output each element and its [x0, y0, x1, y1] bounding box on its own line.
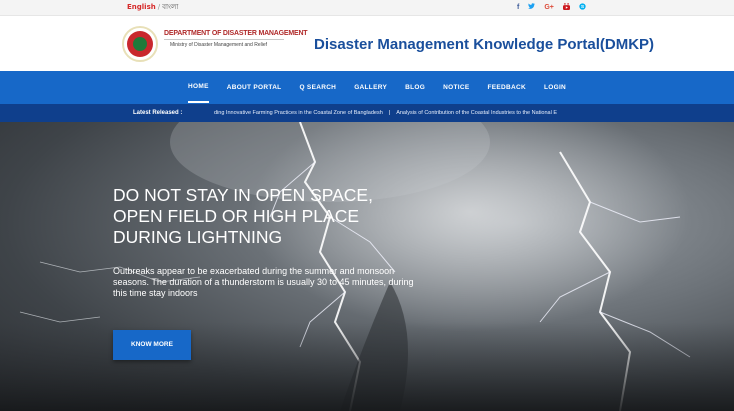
ticker-label: Latest Released : [133, 110, 183, 116]
site-header: DEPARTMENT OF DISASTER MANAGEMENT Minist… [0, 16, 734, 71]
ticker-item-link[interactable]: Analysis of Contribution of the Coastal … [396, 110, 557, 116]
department-divider [164, 39, 284, 40]
lang-bangla-link[interactable]: বাংলা [162, 3, 178, 11]
hero-slider: DO NOT STAY IN OPEN SPACE, OPEN FIELD OR… [0, 122, 734, 411]
nav-item-gallery[interactable]: GALLERY [354, 71, 387, 104]
government-seal-logo[interactable] [122, 26, 158, 62]
hero-heading-line: DO NOT STAY IN OPEN SPACE, [113, 185, 373, 205]
nav-item-notice[interactable]: NOTICE [443, 71, 469, 104]
nav-items: HOME ABOUT PORTAL Q SEARCH GALLERY BLOG … [188, 71, 584, 104]
skype-icon[interactable]: S [579, 2, 586, 14]
ministry-name: Ministry of Disaster Management and Reli… [170, 42, 267, 48]
twitter-icon[interactable] [528, 3, 536, 13]
nav-item-search[interactable]: Q SEARCH [299, 71, 336, 104]
hero-heading-line: OPEN FIELD OR HIGH PLACE [113, 206, 360, 226]
social-links: f G+ S [517, 2, 586, 14]
google-plus-icon[interactable]: G+ [544, 3, 554, 13]
ticker-items: ding Innovative Farming Practices in the… [214, 104, 634, 122]
main-navigation: HOME ABOUT PORTAL Q SEARCH GALLERY BLOG … [0, 71, 734, 104]
youtube-icon[interactable] [562, 2, 570, 14]
know-more-button[interactable]: KNOW MORE [113, 330, 191, 360]
nav-item-login[interactable]: LOGIN [544, 71, 566, 104]
language-switcher: English / বাংলা [127, 2, 178, 13]
ticker-divider: | [388, 110, 391, 116]
nav-item-blog[interactable]: BLOG [405, 71, 425, 104]
nav-item-about-portal[interactable]: ABOUT PORTAL [227, 71, 282, 104]
logo-core [133, 37, 147, 51]
nav-item-feedback[interactable]: FEEDBACK [487, 71, 526, 104]
lang-english-link[interactable]: English [127, 3, 156, 11]
nav-item-home[interactable]: HOME [188, 72, 209, 103]
hero-heading-line: DURING LIGHTNING [113, 227, 283, 247]
lang-separator: / [157, 3, 161, 11]
department-block: DEPARTMENT OF DISASTER MANAGEMENT Minist… [164, 29, 308, 49]
hero-description: Outbreaks appear to be exacerbated durin… [113, 266, 414, 298]
facebook-icon[interactable]: f [517, 3, 519, 13]
top-bar: English / বাংলা f G+ S [0, 0, 734, 16]
hero-heading: DO NOT STAY IN OPEN SPACE, OPEN FIELD OR… [113, 185, 443, 248]
department-name: DEPARTMENT OF DISASTER MANAGEMENT [164, 30, 308, 37]
ticker-item-link[interactable]: ding Innovative Farming Practices in the… [214, 110, 383, 116]
portal-title[interactable]: Disaster Management Knowledge Portal(DMK… [314, 36, 654, 54]
latest-released-ticker: Latest Released : ding Innovative Farmin… [0, 104, 734, 122]
